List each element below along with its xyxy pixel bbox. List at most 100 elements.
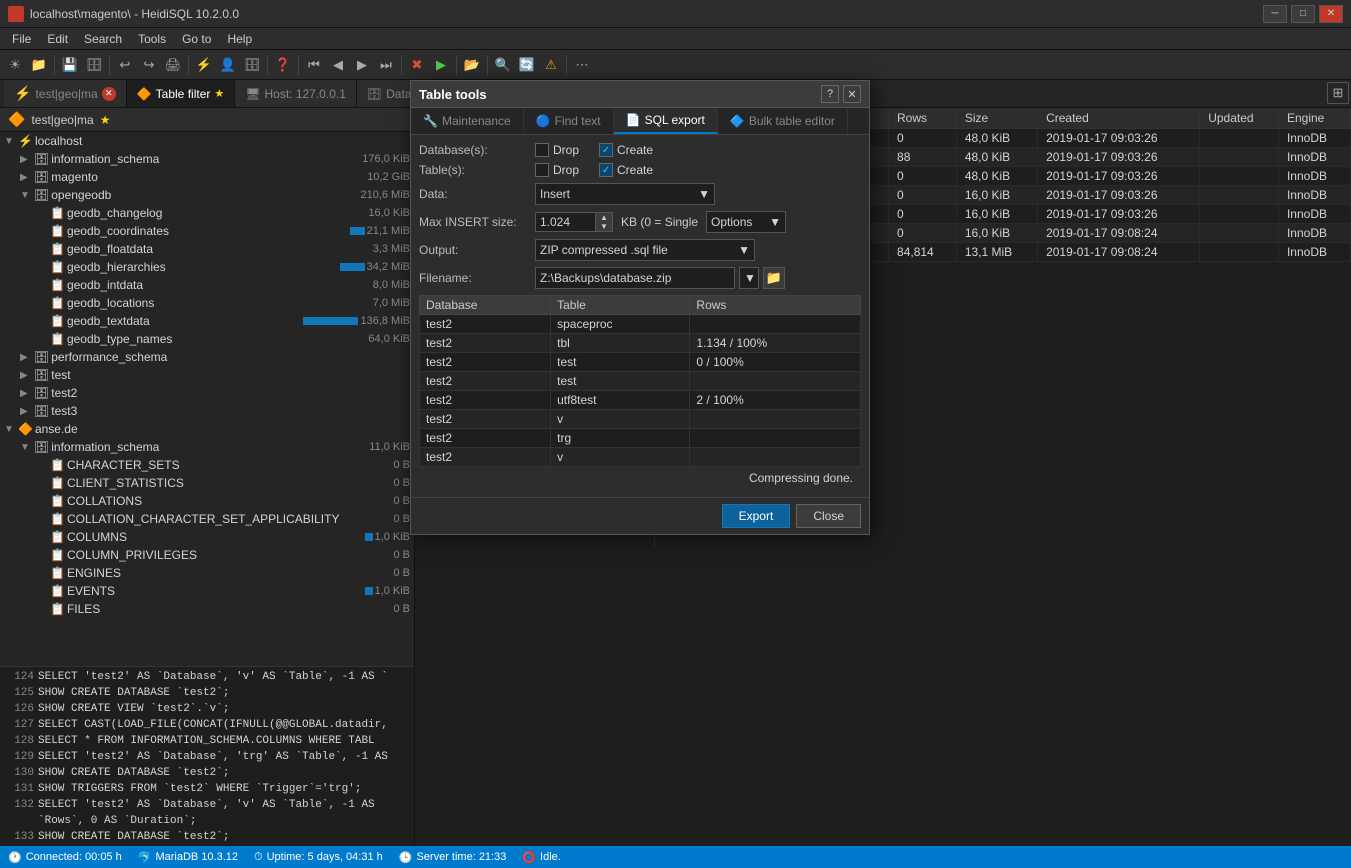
tb-users-btn[interactable]: 👤 xyxy=(217,54,239,76)
tbl-drop-checkbox[interactable] xyxy=(535,163,549,177)
filename-dropdown-arrow[interactable]: ▼ xyxy=(739,267,759,289)
tab-screen-btn[interactable]: ⊞ xyxy=(1327,82,1349,104)
spin-up[interactable]: ▲ xyxy=(596,213,612,222)
tree-ansede-info-schema[interactable]: ▼ 🗄 information_schema 11,0 KiB xyxy=(0,438,414,456)
tb-connect-btn[interactable]: ⚡ xyxy=(193,54,215,76)
tb-history-btn[interactable]: 🔄 xyxy=(516,54,538,76)
tree-area: ▼ ⚡ localhost ▶ 🗄 information_schema 176… xyxy=(0,132,414,666)
prog-row[interactable]: test2v xyxy=(420,410,861,429)
dialog-tab-sqlexport[interactable]: 📄 SQL export xyxy=(614,108,718,134)
dialog-close-btn[interactable]: ✕ xyxy=(843,85,861,103)
tab-testgeoma[interactable]: ⚡ test|geo|ma ✕ xyxy=(4,80,127,107)
tree-geodb-type-names[interactable]: 📋 geodb_type_names 64,0 KiB xyxy=(0,330,414,348)
tb-print-btn[interactable]: 🖨 xyxy=(162,54,184,76)
tb-more-btn[interactable]: ⋯ xyxy=(571,54,593,76)
close-dialog-button[interactable]: Close xyxy=(796,504,861,528)
dialog-tab-findtext[interactable]: 🔵 Find text xyxy=(524,108,614,134)
tree-client-stats[interactable]: 📋 CLIENT_STATISTICS 0 B xyxy=(0,474,414,492)
filename-input[interactable] xyxy=(535,267,735,289)
output-dropdown[interactable]: ZIP compressed .sql file ▼ xyxy=(535,239,755,261)
tb-stop-btn[interactable]: ✖ xyxy=(406,54,428,76)
prog-row[interactable]: test2trg xyxy=(420,429,861,448)
tree-geodb-textdata[interactable]: 📋 geodb_textdata 136,8 MiB xyxy=(0,312,414,330)
tree-ansede[interactable]: ▼ 🔶 anse.de xyxy=(0,420,414,438)
tree-collation-char-set[interactable]: 📋 COLLATION_CHARACTER_SET_APPLICABILITY … xyxy=(0,510,414,528)
filename-value-container: ▼ 📁 xyxy=(535,267,861,289)
prog-row[interactable]: test2utf8test2 / 100% xyxy=(420,391,861,410)
tree-geodb-floatdata[interactable]: 📋 geodb_floatdata 3,3 MiB xyxy=(0,240,414,258)
dialog-tab-maintenance[interactable]: 🔧 Maintenance xyxy=(411,108,524,134)
tree-geodb-changelog[interactable]: 📋 geodb_changelog 16,0 KiB xyxy=(0,204,414,222)
tab-close-testgeoma[interactable]: ✕ xyxy=(102,87,116,101)
tree-performance-schema[interactable]: ▶ 🗄 performance_schema xyxy=(0,348,414,366)
tbl-drop-label: Drop xyxy=(553,163,579,177)
menu-tools[interactable]: Tools xyxy=(130,30,174,48)
db-drop-checkbox[interactable] xyxy=(535,143,549,157)
db-create-checkbox[interactable]: ✓ xyxy=(599,143,613,157)
prog-row[interactable]: test2test xyxy=(420,372,861,391)
tb-sep-3 xyxy=(188,55,189,75)
data-dropdown[interactable]: Insert ▼ xyxy=(535,183,715,205)
close-button[interactable]: ✕ xyxy=(1319,5,1343,23)
tb-open-btn[interactable]: 📁 xyxy=(28,54,50,76)
status-mariadb: 🐬 MariaDB 10.3.12 xyxy=(138,851,238,864)
tab-tablefilter[interactable]: 🔶 Table filter ★ xyxy=(127,80,236,107)
max-insert-input[interactable] xyxy=(535,212,595,232)
tree-geodb-hierarchies[interactable]: 📋 geodb_hierarchies 34,2 MiB xyxy=(0,258,414,276)
menu-goto[interactable]: Go to xyxy=(174,30,219,48)
tbl-create-checkbox[interactable]: ✓ xyxy=(599,163,613,177)
tab-host[interactable]: 🖥 Host: 127.0.0.1 xyxy=(235,80,357,107)
prog-row[interactable]: test2tbl1.134 / 100% xyxy=(420,334,861,353)
tb-saveall-btn[interactable]: 🗄 xyxy=(83,54,105,76)
tb-prev-btn[interactable]: ◀ xyxy=(327,54,349,76)
tb-last-btn[interactable]: ⏭ xyxy=(375,54,397,76)
tree-geodb-coordinates[interactable]: 📋 geodb_coordinates 21,1 MiB xyxy=(0,222,414,240)
tree-collations[interactable]: 📋 COLLATIONS 0 B xyxy=(0,492,414,510)
prog-col-db: Database xyxy=(420,296,551,315)
tree-information-schema[interactable]: ▶ 🗄 information_schema 176,0 KiB xyxy=(0,150,414,168)
prog-row[interactable]: test2test0 / 100% xyxy=(420,353,861,372)
tb-save-btn[interactable]: 💾 xyxy=(59,54,81,76)
tb-new-btn[interactable]: ☀ xyxy=(4,54,26,76)
dialog-tab-bulkeditor[interactable]: 🔷 Bulk table editor xyxy=(718,108,848,134)
prog-row[interactable]: test2spaceproc xyxy=(420,315,861,334)
tb-first-btn[interactable]: ⏮ xyxy=(303,54,325,76)
dialog-help-btn[interactable]: ? xyxy=(821,85,839,103)
tb-new-db-btn[interactable]: 🗄 xyxy=(241,54,263,76)
tree-localhost[interactable]: ▼ ⚡ localhost xyxy=(0,132,414,150)
tb-folder-btn[interactable]: 📂 xyxy=(461,54,483,76)
menu-edit[interactable]: Edit xyxy=(39,30,76,48)
tree-test[interactable]: ▶ 🗄 test xyxy=(0,366,414,384)
tb-help-btn[interactable]: ❓ xyxy=(272,54,294,76)
tb-redo-btn[interactable]: ↪ xyxy=(138,54,160,76)
tree-geodb-intdata[interactable]: 📋 geodb_intdata 8,0 MiB xyxy=(0,276,414,294)
menu-help[interactable]: Help xyxy=(219,30,260,48)
data-dropdown-arrow: ▼ xyxy=(698,187,710,201)
tb-run-btn[interactable]: ▶ xyxy=(430,54,452,76)
options-dropdown[interactable]: Options ▼ xyxy=(706,211,786,233)
tb-warning-btn[interactable]: ⚠ xyxy=(540,54,562,76)
tree-magento[interactable]: ▶ 🗄 magento 10,2 GiB xyxy=(0,168,414,186)
tree-test3[interactable]: ▶ 🗄 test3 xyxy=(0,402,414,420)
tb-search-btn[interactable]: 🔍 xyxy=(492,54,514,76)
tree-test2[interactable]: ▶ 🗄 test2 xyxy=(0,384,414,402)
spin-down[interactable]: ▼ xyxy=(596,222,612,231)
maximize-button[interactable]: □ xyxy=(1291,5,1315,23)
tree-engines[interactable]: 📋 ENGINES 0 B xyxy=(0,564,414,582)
prog-row[interactable]: test2v xyxy=(420,448,861,467)
folder-browse-btn[interactable]: 📁 xyxy=(763,267,785,289)
export-button[interactable]: Export xyxy=(722,504,791,528)
tree-events[interactable]: 📋 EVENTS 1,0 KiB xyxy=(0,582,414,600)
tree-char-sets[interactable]: 📋 CHARACTER_SETS 0 B xyxy=(0,456,414,474)
tree-geodb-locations[interactable]: 📋 geodb_locations 7,0 MiB xyxy=(0,294,414,312)
tb-undo-btn[interactable]: ↩ xyxy=(114,54,136,76)
tree-column-privs[interactable]: 📋 COLUMN_PRIVILEGES 0 B xyxy=(0,546,414,564)
menu-search[interactable]: Search xyxy=(76,30,130,48)
size-bar-hierarchies xyxy=(340,263,365,271)
menu-file[interactable]: File xyxy=(4,30,39,48)
tree-columns[interactable]: 📋 COLUMNS 1,0 KiB xyxy=(0,528,414,546)
minimize-button[interactable]: ─ xyxy=(1263,5,1287,23)
tree-opengeodb[interactable]: ▼ 🗄 opengeodb 210,6 MiB xyxy=(0,186,414,204)
tree-files[interactable]: 📋 FILES 0 B xyxy=(0,600,414,618)
tb-next-btn[interactable]: ▶ xyxy=(351,54,373,76)
